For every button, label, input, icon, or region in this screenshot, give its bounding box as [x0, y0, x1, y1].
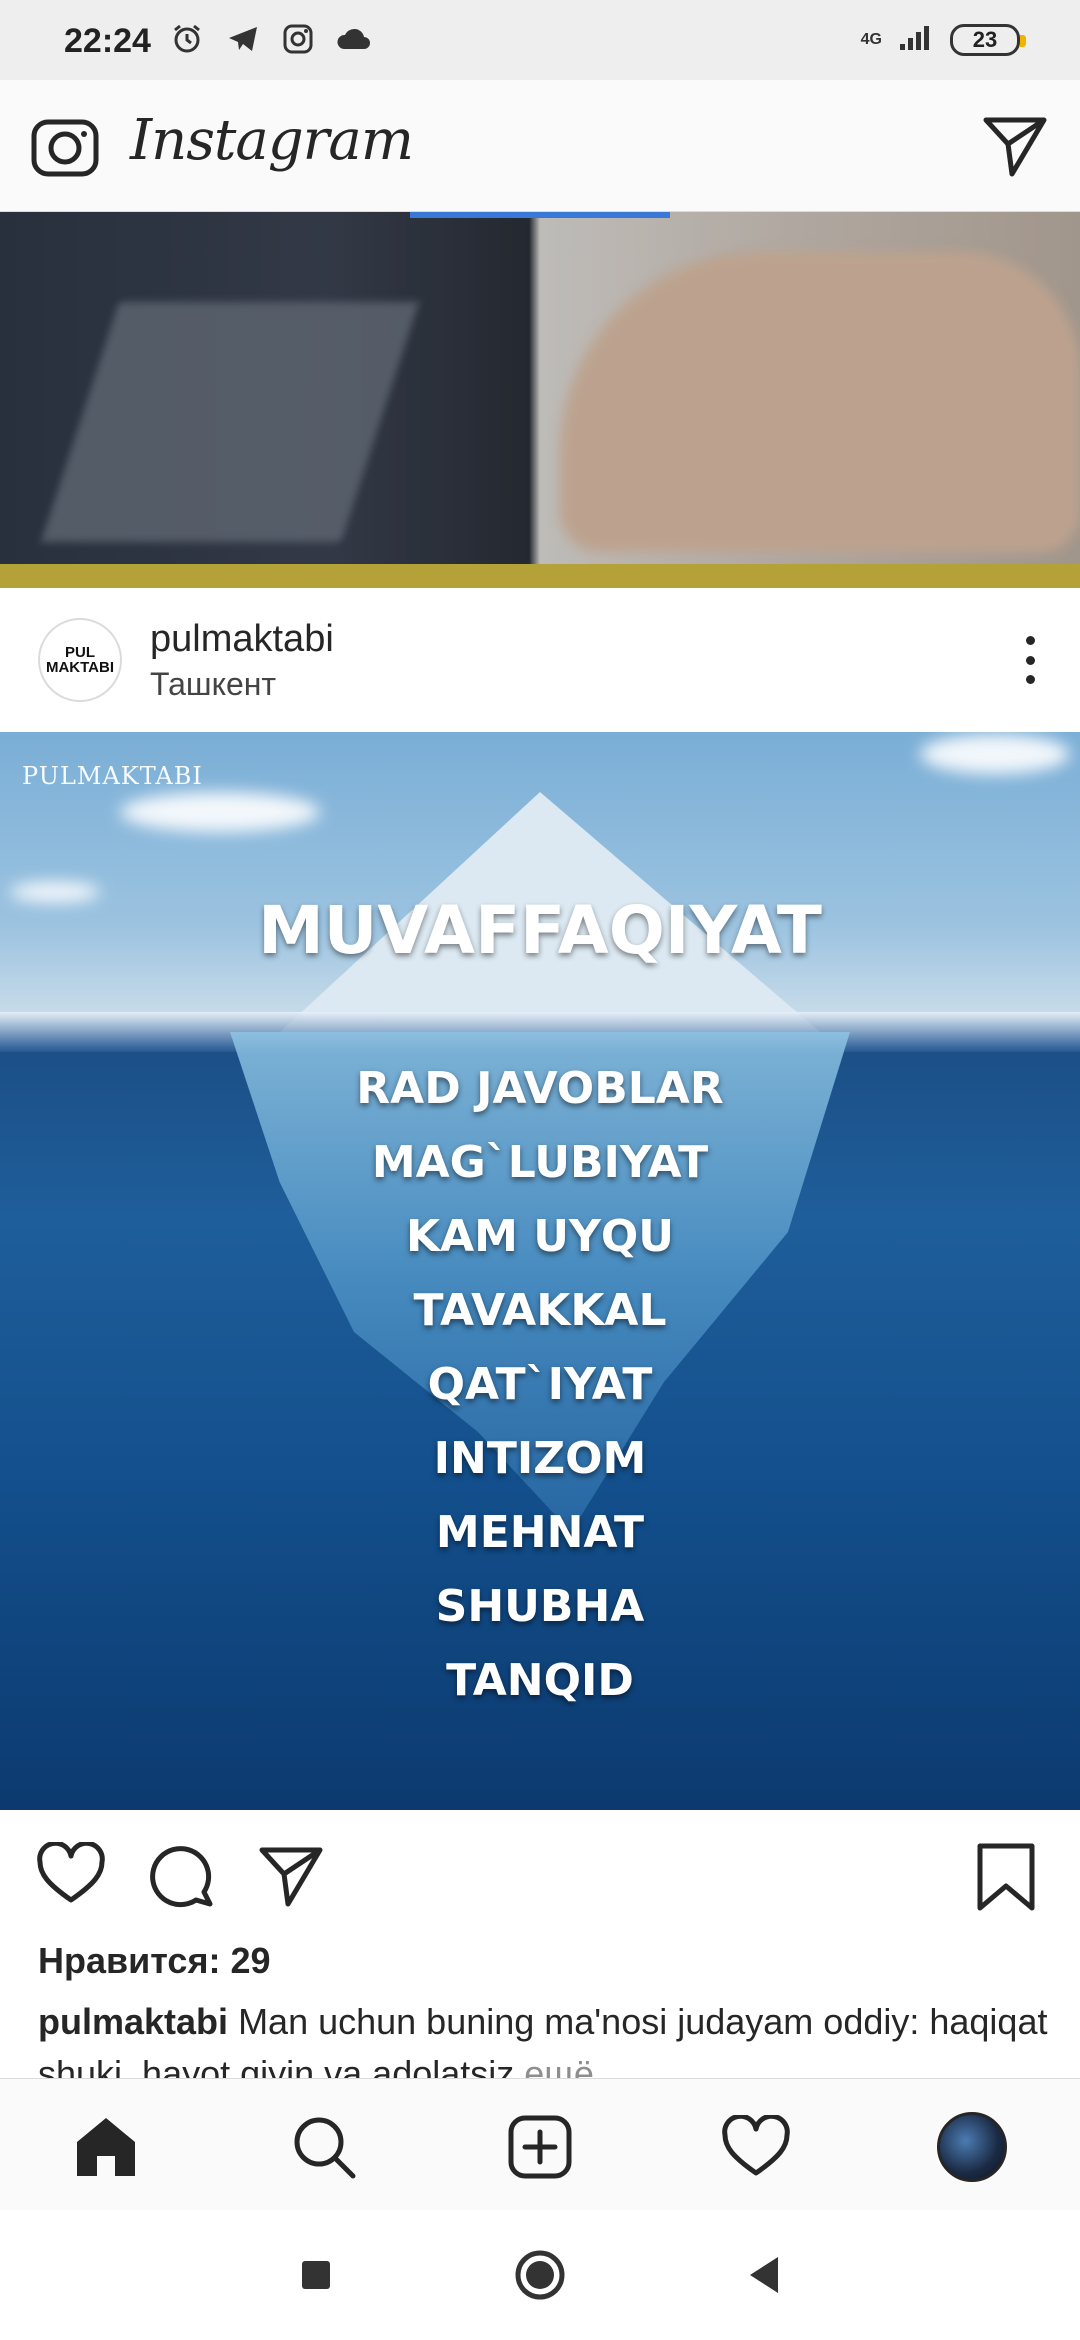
image-word: TANQID: [446, 1655, 634, 1706]
bookmark-icon[interactable]: [976, 1842, 1036, 1917]
image-headline: MUVAFFAQIYAT: [258, 892, 822, 969]
instagram-icon: [282, 23, 314, 60]
image-word: KAM UYQU: [406, 1211, 674, 1262]
telegram-icon: [226, 22, 260, 61]
likes-count[interactable]: Нравится: 29: [38, 1940, 271, 1982]
cloud-icon: [336, 25, 372, 58]
image-word: SHUBHA: [435, 1581, 645, 1632]
status-left-icons: [170, 22, 372, 61]
direct-message-icon[interactable]: [982, 112, 1048, 183]
battery-level: 23: [972, 26, 998, 52]
network-label: 4G: [860, 30, 882, 48]
app-bar: Instagram: [0, 80, 1080, 212]
recents-icon[interactable]: [246, 2210, 386, 2340]
post-caption[interactable]: pulmaktabi Man uchun buning ma'nosi juda…: [38, 1996, 1048, 2078]
home-circle-icon[interactable]: [470, 2210, 610, 2340]
post-image[interactable]: PULMAKTABI MUVAFFAQIYAT RAD JAVOBLAR MAG…: [0, 732, 1080, 1810]
image-word: TAVAKKAL: [413, 1285, 667, 1336]
system-navigation-bar: [0, 2210, 1080, 2340]
camera-icon[interactable]: [30, 114, 100, 183]
caption-username[interactable]: pulmaktabi: [38, 2001, 228, 2042]
previous-post-image[interactable]: [0, 212, 1080, 588]
status-bar: 22:24 4G 23: [0, 0, 1080, 80]
image-word: INTIZOM: [433, 1433, 647, 1484]
bottom-navigation: [0, 2078, 1080, 2210]
share-icon[interactable]: [258, 1842, 324, 1913]
home-icon[interactable]: [68, 2109, 144, 2185]
signal-icon: [898, 22, 934, 57]
battery-icon: 23: [950, 23, 1026, 56]
search-icon[interactable]: [286, 2109, 362, 2185]
cloud-shape: [920, 734, 1070, 774]
post-avatar[interactable]: PUL MAKTABI: [38, 618, 122, 702]
like-heart-icon[interactable]: [36, 1840, 106, 1911]
instagram-logo: Instagram: [130, 108, 414, 173]
caption-more-link[interactable]: ещё: [524, 2053, 594, 2078]
image-watermark: PULMAKTABI: [22, 762, 203, 790]
comment-icon[interactable]: [148, 1842, 214, 1913]
more-options-icon[interactable]: [1020, 636, 1040, 684]
post-username[interactable]: pulmaktabi: [150, 618, 334, 661]
profile-avatar: [937, 2112, 1007, 2182]
new-post-icon[interactable]: [502, 2109, 578, 2185]
post-location[interactable]: Ташкент: [150, 666, 276, 703]
image-word: QAT`IYAT: [427, 1359, 653, 1410]
post-header: PUL MAKTABI pulmaktabi Ташкент: [0, 588, 1080, 732]
image-word: MAG`LUBIYAT: [371, 1137, 709, 1188]
image-word-list: RAD JAVOBLAR MAG`LUBIYAT KAM UYQU TAVAKK…: [0, 1052, 1080, 1718]
back-icon[interactable]: [694, 2210, 834, 2340]
post-actions: [0, 1810, 1080, 1940]
status-time: 22:24: [64, 22, 151, 60]
image-word: RAD JAVOBLAR: [356, 1063, 724, 1114]
profile-tab[interactable]: [934, 2109, 1010, 2185]
image-word: MEHNAT: [435, 1507, 645, 1558]
activity-heart-icon[interactable]: [718, 2109, 794, 2185]
alarm-icon: [170, 22, 204, 61]
status-right-icons: 4G 23: [860, 22, 1026, 57]
